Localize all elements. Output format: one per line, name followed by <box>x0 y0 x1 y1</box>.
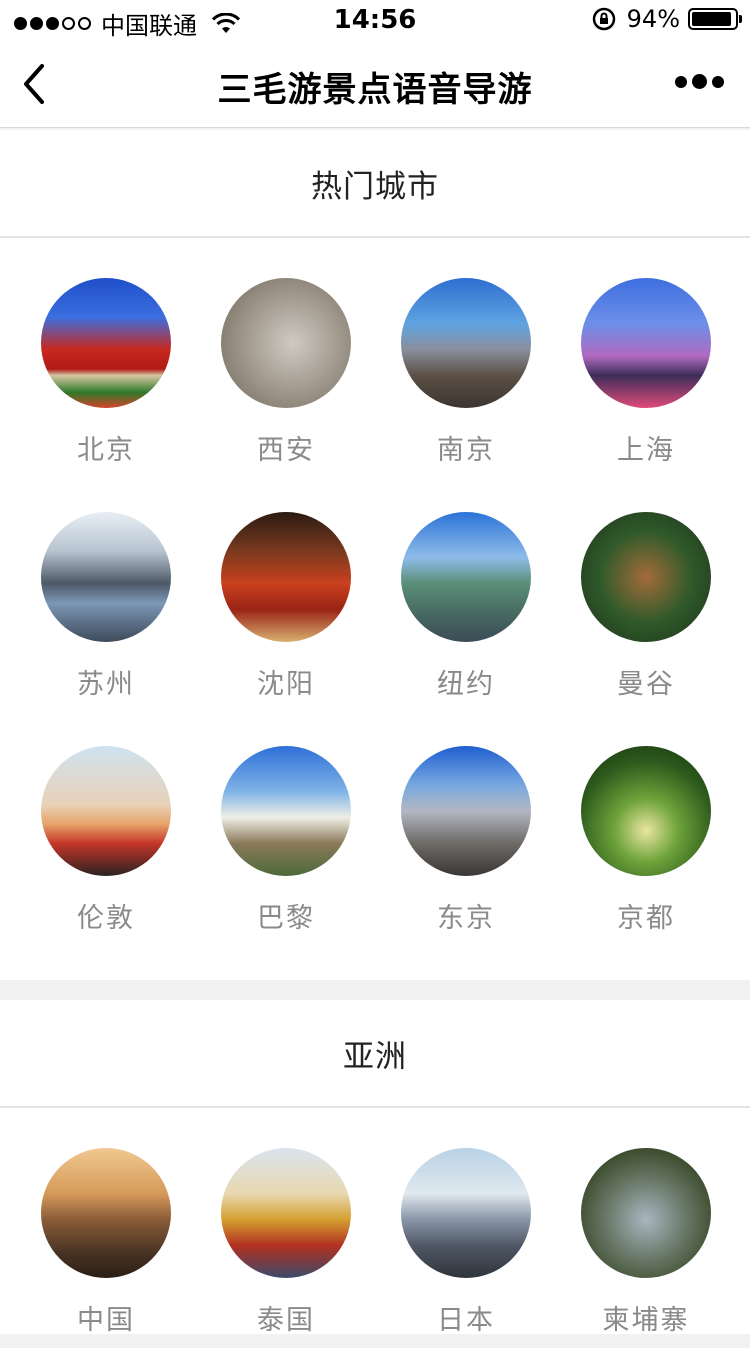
city-item[interactable]: 泰国 <box>196 1148 376 1348</box>
page-title: 三毛游景点语音导游 <box>217 70 533 110</box>
city-item[interactable]: 中国 <box>16 1148 196 1348</box>
section-title-asia: 亚洲 <box>0 1000 750 1108</box>
city-photo[interactable] <box>401 512 531 642</box>
asia-section: 亚洲 中国 泰国 日本 柬埔寨 <box>0 1000 750 1336</box>
city-label: 纽约 <box>437 669 495 700</box>
city-label: 中国 <box>77 1305 135 1336</box>
city-label: 伦敦 <box>77 903 135 934</box>
city-photo[interactable] <box>41 512 171 642</box>
city-photo[interactable] <box>401 278 531 408</box>
city-label: 沈阳 <box>257 669 315 700</box>
city-photo[interactable] <box>401 1148 531 1278</box>
city-item[interactable]: 京都 <box>556 746 736 946</box>
city-label: 南京 <box>437 435 495 466</box>
more-dot-right <box>712 75 724 88</box>
status-bar: 中国联通 14:56 94% <box>0 0 750 40</box>
hot-cities-section: 热门城市 北京 西安 南京 上海苏州 沈阳 纽约 曼谷伦敦 巴黎 东京 京都 <box>0 130 750 980</box>
city-label: 东京 <box>437 903 495 934</box>
city-item[interactable]: 曼谷 <box>556 512 736 712</box>
city-label: 苏州 <box>77 669 135 700</box>
city-photo[interactable] <box>221 512 351 642</box>
city-photo[interactable] <box>581 1148 711 1278</box>
city-photo[interactable] <box>41 278 171 408</box>
city-label: 日本 <box>437 1305 495 1336</box>
city-photo[interactable] <box>221 1148 351 1278</box>
city-photo[interactable] <box>221 746 351 876</box>
city-photo[interactable] <box>581 746 711 876</box>
city-item[interactable]: 上海 <box>556 278 736 478</box>
city-label: 泰国 <box>257 1305 315 1336</box>
city-item[interactable]: 柬埔寨 <box>556 1148 736 1348</box>
city-item[interactable]: 东京 <box>376 746 556 946</box>
city-photo[interactable] <box>581 512 711 642</box>
city-label: 西安 <box>257 435 315 466</box>
city-item[interactable]: 纽约 <box>376 512 556 712</box>
city-item[interactable]: 日本 <box>376 1148 556 1348</box>
nav-bar: 三毛游景点语音导游 <box>0 40 750 128</box>
battery-icon <box>688 8 742 30</box>
city-label: 京都 <box>617 903 675 934</box>
more-button[interactable] <box>675 74 724 89</box>
city-item[interactable]: 伦敦 <box>16 746 196 946</box>
city-item[interactable]: 南京 <box>376 278 556 478</box>
battery-percent: 94% <box>626 5 680 33</box>
city-photo[interactable] <box>41 746 171 876</box>
city-photo[interactable] <box>221 278 351 408</box>
city-label: 柬埔寨 <box>602 1305 690 1336</box>
city-item[interactable]: 西安 <box>196 278 376 478</box>
city-label: 巴黎 <box>257 903 315 934</box>
more-dots-icon <box>675 75 687 88</box>
city-photo[interactable] <box>401 746 531 876</box>
city-label: 上海 <box>617 435 675 466</box>
city-photo[interactable] <box>41 1148 171 1278</box>
city-item[interactable]: 巴黎 <box>196 746 376 946</box>
city-label: 曼谷 <box>617 669 675 700</box>
city-item[interactable]: 苏州 <box>16 512 196 712</box>
city-item[interactable]: 北京 <box>16 278 196 478</box>
battery-fill <box>692 12 732 26</box>
city-photo[interactable] <box>581 278 711 408</box>
rotation-lock-icon <box>592 7 615 31</box>
city-item[interactable]: 沈阳 <box>196 512 376 712</box>
status-right: 94% <box>591 5 742 33</box>
section-title-hot-cities: 热门城市 <box>0 130 750 238</box>
section-divider <box>0 980 750 1000</box>
city-label: 北京 <box>77 435 135 466</box>
more-dot-middle <box>692 74 707 89</box>
